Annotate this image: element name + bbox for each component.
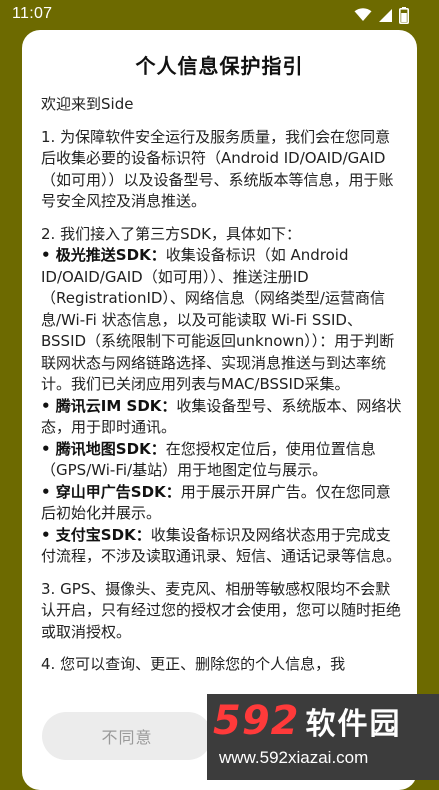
sdk-desc: 收集设备标识（如 Android ID/OAID/GAID（如可用））、推送注册… (41, 246, 395, 393)
sdk-item-jpush: • 极光推送SDK：收集设备标识（如 Android ID/OAID/GAID（… (41, 245, 403, 396)
watermark-logo: 592 软件园 www.592xiazai.com (207, 694, 439, 780)
status-time: 11:07 (12, 5, 53, 22)
watermark-url: www.592xiazai.com (219, 748, 369, 767)
dialog-title: 个人信息保护指引 (135, 54, 304, 78)
privacy-dialog: 个人信息保护指引 欢迎来到Side 1. 为保障软件安全运行及服务质量，我们会在… (22, 30, 417, 790)
status-icons (354, 6, 409, 24)
dialog-content[interactable]: 欢迎来到Side 1. 为保障软件安全运行及服务质量，我们会在您同意后收集必要的… (41, 94, 403, 719)
paragraph-4: 4. 您可以查询、更正、删除您的个人信息，我 (41, 655, 346, 673)
signal-icon (378, 8, 393, 23)
disagree-button[interactable]: 不同意 (42, 712, 212, 760)
sdk-item-tencent-map: • 腾讯地图SDK：在您授权定位后，使用位置信息（GPS/Wi-Fi/基站）用于… (41, 439, 403, 482)
sdk-name: • 腾讯地图SDK： (41, 439, 166, 458)
watermark-name: 软件园 (305, 707, 402, 742)
status-bar: 11:07 (0, 0, 439, 30)
paragraph-1: 1. 为保障软件安全运行及服务质量，我们会在您同意后收集必要的设备标识符（And… (41, 127, 394, 211)
watermark-row: 592 软件园 (213, 698, 402, 744)
welcome-text: 欢迎来到Side (41, 95, 134, 113)
sdk-name: • 穿山甲广告SDK： (41, 482, 181, 501)
wifi-icon (354, 8, 372, 22)
sdk-item-tencent-im: • 腾讯云IM SDK：收集设备型号、系统版本、网络状态，用于即时通讯。 (41, 396, 403, 439)
battery-icon (399, 6, 409, 24)
sdk-name: • 支付宝SDK： (41, 525, 151, 544)
paragraph-2-intro: 2. 我们接入了第三方SDK，具体如下： (41, 224, 301, 243)
sdk-name: • 极光推送SDK： (41, 246, 166, 264)
sdk-item-alipay: • 支付宝SDK：收集设备标识及网络状态用于完成支付流程，不涉及读取通讯录、短信… (41, 525, 403, 568)
sdk-item-pangle-ads: • 穿山甲广告SDK：用于展示开屏广告。仅在您同意后初始化并展示。 (41, 482, 403, 525)
sdk-name: • 腾讯云IM SDK： (41, 396, 177, 415)
watermark-number: 592 (213, 698, 300, 744)
paragraph-3: 3. GPS、摄像头、麦克风、相册等敏感权限均不会默认开启，只有经过您的授权才会… (41, 579, 402, 641)
